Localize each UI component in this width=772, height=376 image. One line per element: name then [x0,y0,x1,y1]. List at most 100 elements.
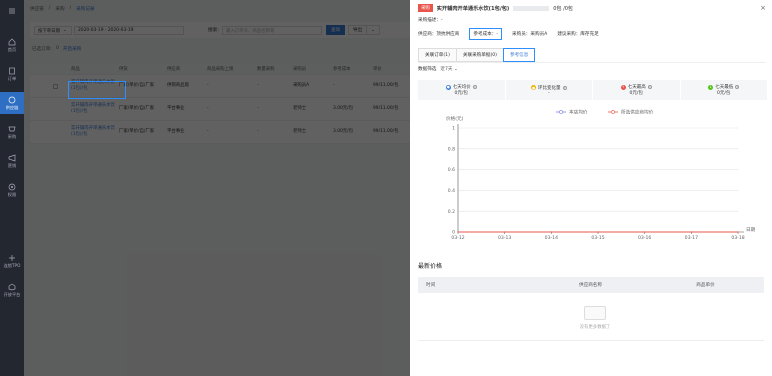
drawer-tabs: 关联订单(1) 关联采购单据(0) 参考信息 [418,48,536,62]
data-point [737,231,739,233]
stat-value: 0元/包 [629,91,643,96]
nav-item-open-platform[interactable]: 开放平台 [0,279,24,301]
x-tick-label: 03-12 [451,235,464,241]
chevron-down-icon: ⌄ [453,67,458,72]
lowest-icon: ↓ [708,84,714,90]
filter-select[interactable]: 近7天 ⌄ [440,66,457,72]
open-platform-icon [8,282,17,291]
data-filter: 数据筛选 近7天 ⌄ [418,66,458,72]
stock-text: 0包 /0包 [553,5,573,12]
stat-card: ● 七天均价? 0元/包 [418,80,506,100]
purchase-desc: 采购描述：- [418,18,443,23]
stat-card: ↑ 七天最高? 0元/包 [593,80,681,100]
x-tick-label: 03-17 [685,235,698,241]
empty-state: 没有更多数据了 [570,306,620,330]
nav-item-marketing[interactable]: 营销 [0,150,24,172]
y-tick-label: 0.8 [448,146,455,152]
nav-toggle[interactable] [0,2,24,20]
help-icon[interactable]: ? [735,85,740,89]
col-header: 供应商名称 [579,283,602,288]
stock-bar [513,5,550,11]
data-point [644,231,646,233]
data-point [457,231,459,233]
x-tick-label: 03-16 [638,235,651,241]
purchase-icon [8,124,17,133]
nav-label: 首页 [7,47,17,52]
tab-related-purchases[interactable]: 关联采购单据(0) [455,48,504,62]
modal-mask[interactable] [24,0,410,376]
latest-price-table: 时间 供应商名称 商品单价 [418,277,764,293]
nav-item-chain[interactable]: 连锁TPO [0,250,24,272]
average-icon: ● [445,84,451,90]
status-badge: 采购 [418,4,433,12]
highlight-box [68,81,126,99]
left-nav: 首页 订单 供应链 采购 营销 权限 连锁TPO 开放平台 [0,0,24,376]
divider [418,340,764,341]
supplier-text: 供应商：顶抗供应商 [418,32,460,37]
col-header: 时间 [426,283,436,288]
empty-text: 没有更多数据了 [579,325,611,330]
nav-label: 订单 [7,76,17,81]
filter-label: 数据筛选 [418,67,437,72]
empty-box-icon [584,306,606,320]
nav-item-purchase[interactable]: 采购 [0,121,24,143]
help-icon[interactable]: ? [562,85,567,90]
price-table-header: 时间 供应商名称 商品单价 [418,277,764,293]
latest-price-title: 最新价格 [418,263,443,270]
data-point [504,231,506,233]
legend-label: 本店均价 [569,109,588,116]
legend-marker [611,110,615,114]
suggest-text: 建议采购：库存充足 [557,32,599,37]
data-point [550,231,552,233]
x-tick-label: 03-14 [545,235,558,241]
stat-value: 0元/包 [454,91,468,96]
nav-item-home[interactable]: 首页 [0,34,24,56]
nav-item-supply-chain[interactable]: 供应链 [0,92,24,114]
change-icon: ● [531,85,536,90]
help-icon[interactable]: ? [647,85,652,89]
menu-icon [8,7,17,16]
stat-card: ● 环比变化量? - [505,80,593,100]
nav-label: 开放平台 [3,292,21,297]
drawer-title: 实开辅肉开单通乐水饮(1包/包) [436,5,510,12]
order-icon [8,66,17,75]
stat-value: - [547,90,550,96]
legend-marker [559,110,563,114]
close-icon[interactable]: × [760,4,766,12]
nav-label: 连锁TPO [3,263,21,268]
supply-chain-icon [8,95,17,104]
y-tick-label: 0.6 [448,167,455,173]
drawer-header: 采购 实开辅肉开单通乐水饮(1包/包) 0包 /0包 [418,4,573,12]
chain-icon [8,253,17,262]
y-tick-label: 1 [452,126,455,132]
x-tick-label: 03-15 [591,235,604,241]
stat-value: 0元/包 [717,91,731,96]
y-axis-label: 价格(元) [446,115,464,122]
price-line-chart: 本店均价 所选供应商均价价格(元) 0 0.2 0.4 0.6 0.8 1 日期 03-12 03-… [446,109,756,241]
app: 首页 订单 供应链 采购 营销 权限 连锁TPO 开放平台 采购 实开辅肉开单通… [0,0,772,376]
data-point [690,231,692,233]
divider [418,62,766,63]
home-icon [8,37,17,46]
legend-label: 所选供应商均价 [621,109,654,116]
ref-cost-text: 参考成本：- [469,28,502,40]
y-tick-label: 0.4 [448,188,455,194]
tab-reference-info[interactable]: 参考信息 [502,48,536,62]
filter-value: 近7天 [440,67,453,72]
nav-label: 采购 [7,134,17,139]
drawer-info: 供应商：顶抗供应商 参考成本：- 采购员：采购员A 建议采购：库存充足 [418,28,599,40]
x-tick-label: 03-18 [731,235,744,241]
nav-item-order[interactable]: 订单 [0,63,24,85]
nav-label: 供应链 [5,105,19,110]
nav-label: 权限 [7,192,17,197]
tab-related-orders[interactable]: 关联订单(1) [418,48,457,62]
stat-card: ↓ 七天最低? 0元/包 [680,80,768,100]
nav-label: 营销 [7,163,17,168]
nav-item-permission[interactable]: 权限 [0,179,24,201]
col-header: 商品单价 [696,283,715,288]
buyer-text: 采购员：采购员A [512,32,548,37]
permission-icon [8,182,17,191]
stat-cards: ● 七天均价? 0元/包 ● 环比变化量? - ↑ 七天最高? 0元/包 ↓ 七天最低?… [418,80,768,100]
x-axis-label: 日期 [746,227,756,233]
help-icon[interactable]: ? [472,85,477,89]
